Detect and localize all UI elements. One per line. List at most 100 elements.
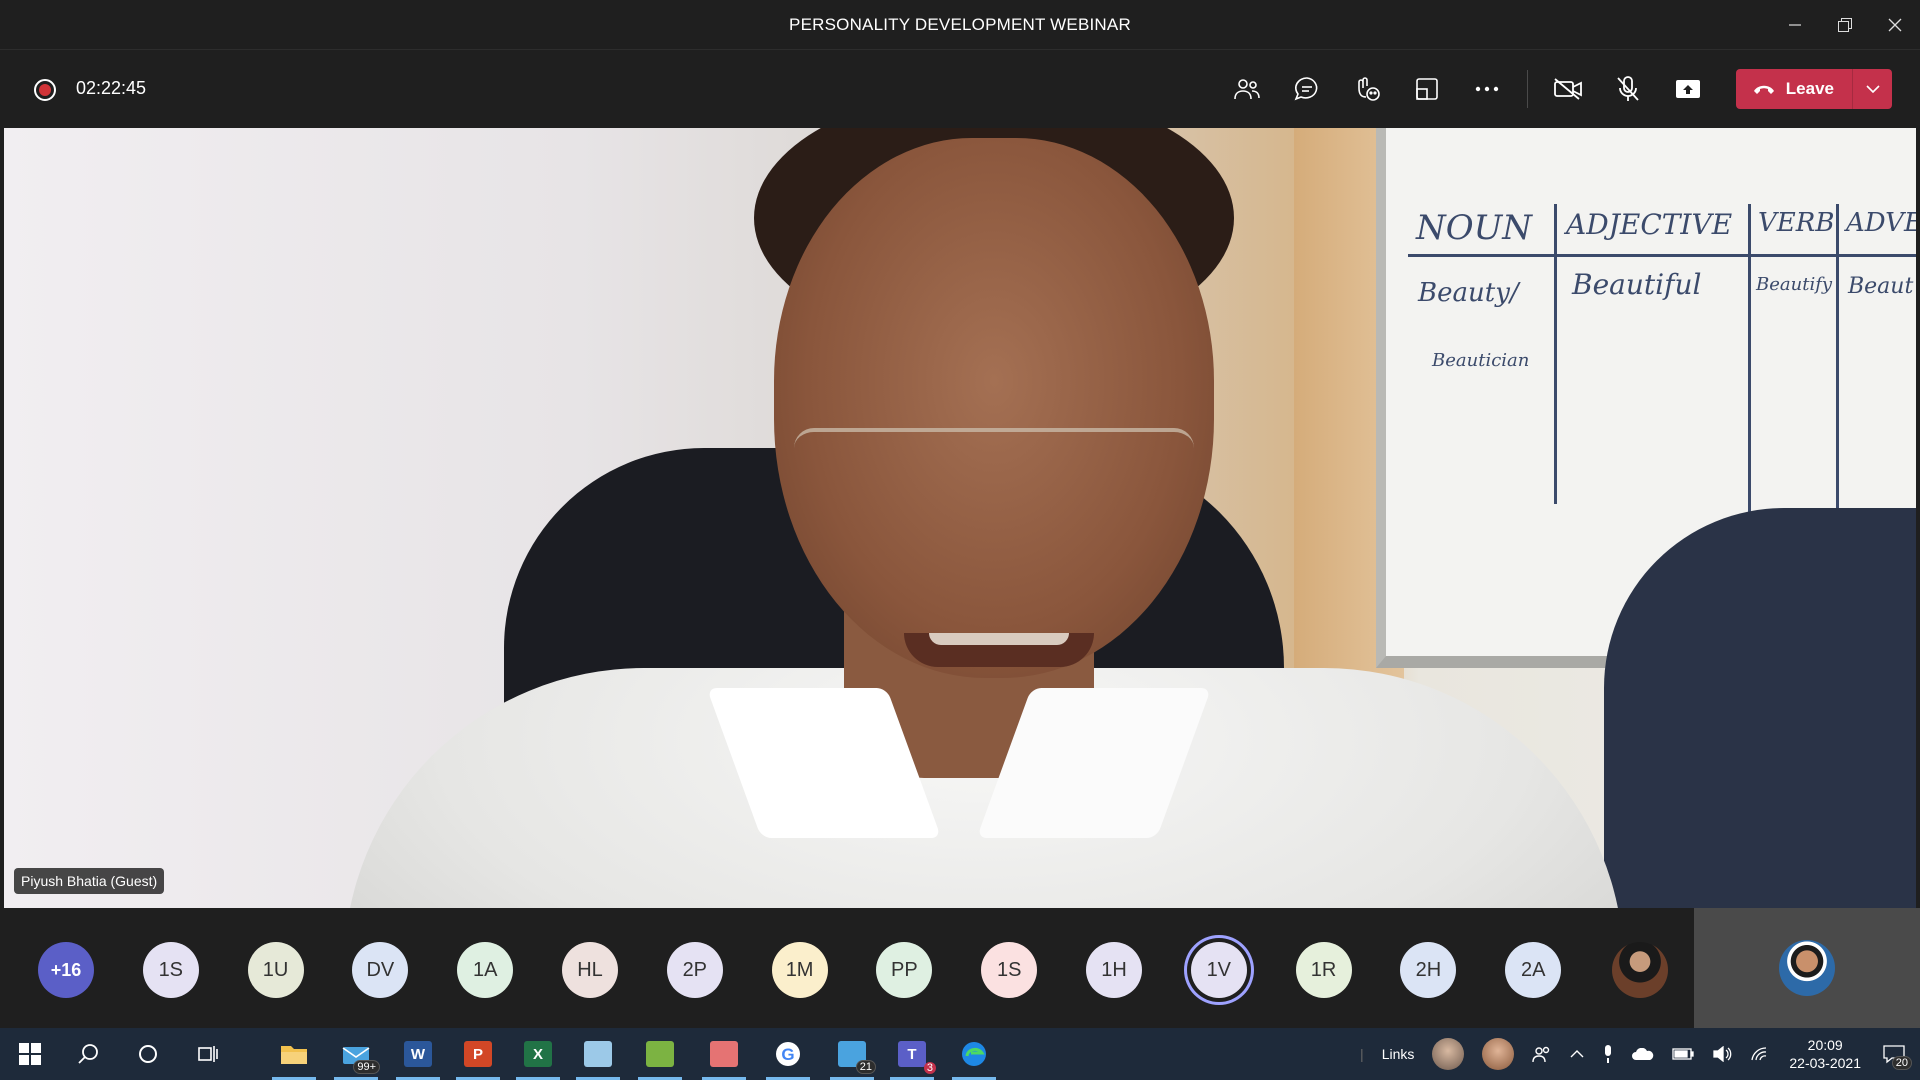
more-actions-button[interactable] xyxy=(1457,66,1517,112)
self-avatar xyxy=(1779,940,1835,996)
reactions-icon xyxy=(1357,77,1380,101)
people-icon[interactable] xyxy=(1532,1045,1552,1063)
toolbar-divider xyxy=(1526,70,1528,108)
video-stage: NOUN ADJECTIVE VERB ADVER Beauty/ Beauti… xyxy=(4,128,1916,908)
battery-icon[interactable] xyxy=(1672,1048,1695,1060)
reactions-button[interactable] xyxy=(1337,66,1397,112)
action-center-button[interactable]: 20 xyxy=(1882,1044,1912,1070)
speaker-glasses xyxy=(794,428,1194,488)
close-button[interactable] xyxy=(1870,0,1920,50)
restore-icon xyxy=(1838,18,1852,32)
participant-avatar[interactable]: 1V xyxy=(1190,942,1247,998)
notification-count: 20 xyxy=(1891,1056,1912,1070)
camera-toggle-button[interactable] xyxy=(1538,66,1598,112)
paint-icon xyxy=(646,1041,674,1067)
room-icon xyxy=(1415,78,1438,100)
contact-avatar[interactable] xyxy=(1482,1038,1515,1070)
clock-time: 20:09 xyxy=(1807,1037,1843,1053)
whiteboard-header-adjective: ADJECTIVE xyxy=(1566,208,1733,241)
leave-options-button[interactable] xyxy=(1852,69,1892,109)
task-view-taskbar-button[interactable] xyxy=(180,1028,236,1080)
notepad-icon xyxy=(584,1041,612,1067)
whiteboard-line xyxy=(1836,204,1839,524)
chat-button[interactable] xyxy=(1277,66,1337,112)
powerpoint-taskbar-button[interactable]: P xyxy=(450,1028,506,1080)
snip-taskbar-button[interactable] xyxy=(696,1028,752,1080)
window-title: PERSONALITY DEVELOPMENT WEBINAR xyxy=(789,14,1131,34)
participant-photo-avatar[interactable] xyxy=(1612,942,1668,998)
participant-avatar[interactable]: 2P xyxy=(666,942,723,998)
system-tray: | Links 20:09 22-03-2021 20 xyxy=(1351,1028,1920,1080)
file-explorer-icon xyxy=(281,1046,307,1064)
mail-taskbar-button[interactable]: 99+ xyxy=(328,1028,384,1080)
task-view-icon xyxy=(198,1046,218,1062)
whiteboard-header-noun: NOUN xyxy=(1416,208,1533,248)
edge-taskbar-button[interactable] xyxy=(946,1028,1002,1080)
self-video-preview[interactable] xyxy=(1694,908,1920,1028)
word-icon: W xyxy=(404,1041,432,1067)
search-icon xyxy=(78,1044,98,1064)
participant-avatar[interactable]: 1S xyxy=(981,942,1038,998)
participant-avatar[interactable]: 2H xyxy=(1400,942,1457,998)
window-controls xyxy=(1770,0,1920,50)
whiteboard-cell: Beaut xyxy=(1848,274,1914,299)
wifi-icon[interactable] xyxy=(1750,1046,1768,1062)
participant-avatar[interactable]: 1H xyxy=(1086,942,1142,998)
leave-button[interactable]: Leave xyxy=(1736,69,1852,109)
participant-avatar[interactable]: 1M xyxy=(771,942,828,998)
edge-icon xyxy=(962,1042,986,1066)
leave-label: Leave xyxy=(1785,79,1834,98)
chat-icon xyxy=(1294,77,1318,101)
file-explorer-taskbar-button[interactable] xyxy=(266,1028,322,1080)
onedrive-icon[interactable] xyxy=(1632,1048,1654,1060)
whiteboard-cell: Beauty/ xyxy=(1418,278,1519,308)
participant-avatar[interactable]: 1S xyxy=(142,942,199,998)
participant-avatar[interactable]: 1A xyxy=(457,942,514,998)
app-badge: 3 xyxy=(923,1062,936,1074)
participant-avatar[interactable]: DV xyxy=(352,942,409,998)
participant-avatar[interactable]: PP xyxy=(876,942,933,998)
more-participants-button[interactable]: +16 xyxy=(38,942,94,998)
taskbar-clock[interactable]: 20:09 22-03-2021 xyxy=(1789,1036,1861,1072)
search-taskbar-button[interactable] xyxy=(60,1028,116,1080)
participant-avatar[interactable]: 1U xyxy=(247,942,304,998)
excel-taskbar-button[interactable]: X xyxy=(510,1028,566,1080)
contact-avatar[interactable] xyxy=(1432,1038,1465,1070)
microphone-icon[interactable] xyxy=(1602,1045,1614,1063)
breakout-rooms-button[interactable] xyxy=(1397,66,1457,112)
phone-taskbar-button[interactable]: 21 xyxy=(824,1028,880,1080)
word-taskbar-button[interactable]: W xyxy=(390,1028,446,1080)
participant-strip: +16 1S 1U DV 1A HL 2P 1M PP 1S 1H 1V 1R 2H 2A xyxy=(0,908,1920,1028)
google-taskbar-button[interactable]: G xyxy=(760,1028,816,1080)
start-taskbar-button[interactable] xyxy=(2,1028,58,1080)
more-icon xyxy=(1475,86,1498,92)
volume-icon[interactable] xyxy=(1712,1046,1732,1062)
people-icon xyxy=(1233,79,1260,100)
restore-button[interactable] xyxy=(1820,0,1870,50)
mic-toggle-button[interactable] xyxy=(1598,66,1658,112)
app-badge: 99+ xyxy=(353,1060,380,1074)
chevron-down-icon xyxy=(1865,85,1880,93)
chair xyxy=(1604,508,1916,908)
cortana-icon xyxy=(139,1045,157,1063)
meeting-controls: Leave xyxy=(1217,66,1892,112)
participant-name-tag: Piyush Bhatia (Guest) xyxy=(14,868,165,894)
notepad-taskbar-button[interactable] xyxy=(570,1028,626,1080)
minimize-button[interactable] xyxy=(1770,0,1820,50)
cortana-taskbar-button[interactable] xyxy=(120,1028,176,1080)
share-icon xyxy=(1675,80,1700,98)
teams-taskbar-button[interactable]: T3 xyxy=(884,1028,940,1080)
meeting-timer: 02:22:45 xyxy=(76,78,147,98)
participant-avatar[interactable]: 2A xyxy=(1505,942,1562,998)
participant-avatar[interactable]: 1R xyxy=(1295,942,1352,998)
speaker-face xyxy=(774,138,1214,678)
whiteboard-line xyxy=(1408,254,1916,257)
chevron-up-icon[interactable] xyxy=(1570,1050,1584,1058)
share-screen-button[interactable] xyxy=(1658,66,1718,112)
participant-avatar[interactable]: HL xyxy=(562,942,618,998)
clock-date: 22-03-2021 xyxy=(1789,1055,1861,1071)
links-toolbar[interactable]: Links xyxy=(1382,1046,1415,1062)
paint-taskbar-button[interactable] xyxy=(632,1028,688,1080)
participants-button[interactable] xyxy=(1217,66,1277,112)
powerpoint-icon: P xyxy=(464,1041,492,1067)
